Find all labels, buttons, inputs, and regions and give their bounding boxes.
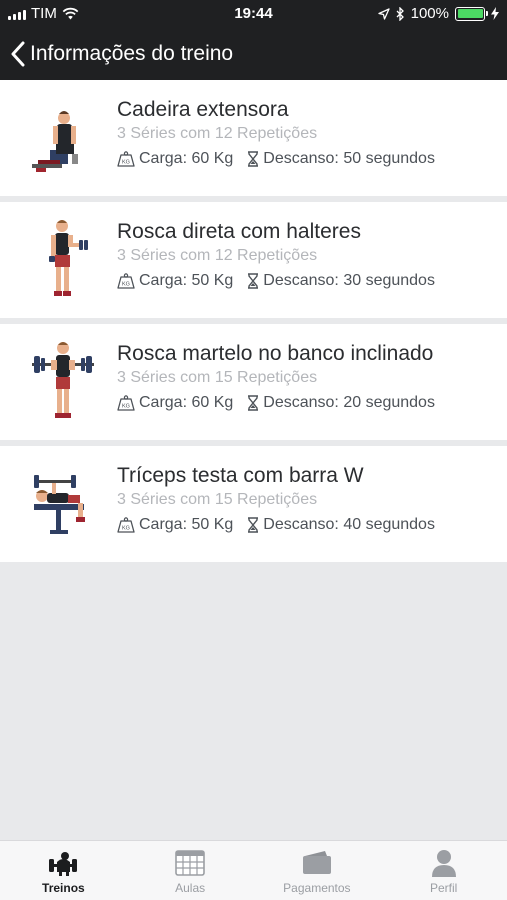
dumbbell-curl-illustration [49, 220, 88, 296]
exercise-name: Rosca martelo no banco inclinado [117, 342, 434, 365]
tab-bar: Treinos Aulas Pagamentos Perfil [0, 840, 507, 900]
svg-text:KG: KG [122, 160, 130, 166]
back-button[interactable]: Informações do treino [10, 36, 233, 72]
battery-percent: 100% [410, 5, 449, 22]
weight-icon: KG [117, 151, 135, 167]
tab-label: Pagamentos [283, 881, 351, 895]
exercise-load: Carga: 60 Kg [139, 394, 234, 411]
chevron-left-icon [11, 41, 25, 67]
charging-bolt-icon [491, 7, 499, 20]
weight-icon: KG [117, 517, 135, 533]
tab-perfil[interactable]: Perfil [380, 841, 507, 900]
exercise-series: 3 Séries com 15 Repetições [117, 369, 318, 386]
dumbbell-icon [46, 848, 80, 878]
exercise-series: 3 Séries com 15 Repetições [117, 491, 318, 508]
navigation-bar: Informações do treino [0, 28, 507, 80]
exercise-list: Cadeira extensora 3 Séries com 12 Repeti… [0, 80, 507, 568]
exercise-load: Carga: 60 Kg [139, 150, 234, 167]
weight-icon: KG [117, 395, 135, 411]
hourglass-icon [248, 151, 259, 167]
exercise-rest: Descanso: 20 segundos [263, 394, 435, 411]
barbell-curl-illustration [32, 342, 94, 418]
hourglass-icon [248, 273, 259, 289]
bluetooth-icon [396, 6, 404, 21]
exercise-rest: Descanso: 40 segundos [263, 516, 435, 533]
tab-pagamentos[interactable]: Pagamentos [254, 841, 381, 900]
exercise-name: Rosca direta com halteres [117, 220, 361, 243]
exercise-name: Cadeira extensora [117, 98, 289, 121]
exercise-card[interactable]: Cadeira extensora 3 Séries com 12 Repeti… [0, 80, 507, 196]
skull-crusher-illustration [34, 475, 85, 534]
exercise-meta: KG Carga: 60 Kg Descanso: 20 segundos [117, 394, 435, 412]
weight-icon: KG [117, 273, 135, 289]
exercise-rest: Descanso: 30 segundos [263, 272, 435, 289]
exercise-meta: KG Carga: 50 Kg Descanso: 40 segundos [117, 516, 435, 534]
exercise-card[interactable]: Rosca martelo no banco inclinado 3 Série… [0, 324, 507, 440]
hourglass-icon [248, 395, 259, 411]
tab-treinos[interactable]: Treinos [0, 841, 127, 900]
svg-text:KG: KG [122, 282, 130, 288]
exercise-meta: KG Carga: 50 Kg Descanso: 30 segundos [117, 272, 435, 290]
user-icon [431, 848, 457, 878]
exercise-series: 3 Séries com 12 Repetições [117, 125, 318, 142]
tab-aulas[interactable]: Aulas [127, 841, 254, 900]
wallet-icon [301, 848, 333, 878]
location-arrow-icon [377, 7, 390, 20]
exercise-name: Tríceps testa com barra W [117, 464, 364, 487]
page-title: Informações do treino [30, 42, 234, 65]
hourglass-icon [248, 517, 259, 533]
exercise-load: Carga: 50 Kg [139, 516, 234, 533]
calendar-grid-icon [175, 848, 205, 878]
battery-icon [455, 6, 488, 21]
svg-text:KG: KG [122, 404, 130, 410]
tab-label: Treinos [42, 881, 85, 895]
leg-extension-illustration [32, 111, 78, 172]
status-right: 100% [377, 5, 499, 22]
exercise-card[interactable]: Rosca direta com halteres 3 Séries com 1… [0, 202, 507, 318]
exercise-card[interactable]: Tríceps testa com barra W 3 Séries com 1… [0, 446, 507, 562]
exercise-rest: Descanso: 50 segundos [263, 150, 435, 167]
status-bar: TIM 19:44 100% [0, 0, 507, 28]
tab-label: Perfil [429, 881, 458, 895]
svg-text:KG: KG [122, 526, 130, 532]
exercise-meta: KG Carga: 60 Kg Descanso: 50 segundos [117, 150, 435, 168]
exercise-series: 3 Séries com 12 Repetições [117, 247, 318, 264]
tab-label: Aulas [175, 881, 206, 895]
exercise-load: Carga: 50 Kg [139, 272, 234, 289]
